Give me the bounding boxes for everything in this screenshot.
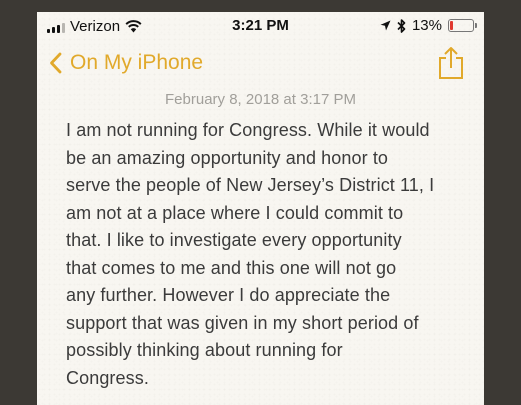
back-button[interactable]: On My iPhone — [49, 51, 203, 75]
phone-screen: Verizon 3:21 PM 13% On My iPhone Februar… — [37, 12, 484, 405]
navigation-bar: On My iPhone — [37, 40, 484, 96]
note-date: February 8, 2018 at 3:17 PM — [165, 91, 356, 108]
back-button-label: On My iPhone — [70, 51, 204, 74]
bluetooth-icon — [397, 18, 406, 33]
chevron-left-icon — [50, 52, 62, 74]
location-arrow-icon — [380, 20, 391, 31]
share-icon — [439, 47, 463, 79]
status-right: 13% — [380, 17, 477, 34]
status-bar: Verizon 3:21 PM 13% — [37, 12, 484, 40]
share-button[interactable] — [436, 46, 466, 80]
battery-cap — [475, 23, 477, 28]
battery-icon — [448, 19, 477, 32]
battery-fill — [450, 21, 453, 30]
note-body[interactable]: I am not running for Congress. While it … — [66, 117, 466, 392]
battery-percent: 13% — [411, 17, 442, 34]
